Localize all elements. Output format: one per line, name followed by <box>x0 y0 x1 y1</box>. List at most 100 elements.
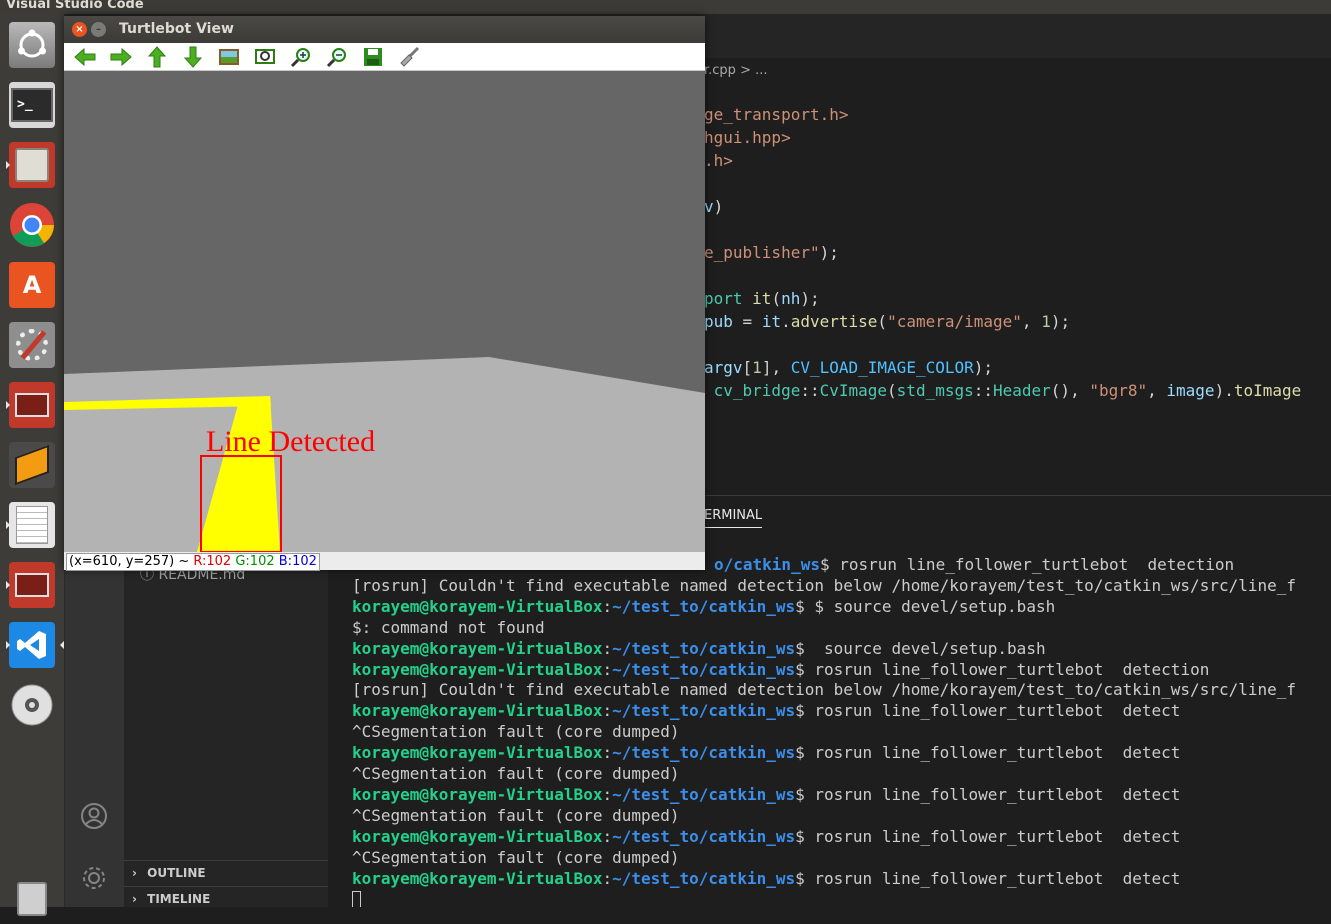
code-token: argv <box>704 358 743 377</box>
terminal-line: [rosrun] Couldn't find executable named … <box>352 575 1297 595</box>
up-arrow-icon[interactable] <box>144 45 170 69</box>
camera-image-canvas[interactable]: Line Detected <box>64 71 705 553</box>
dvd-icon <box>11 684 53 726</box>
terminal-line: ^CSegmentation fault (core dumped) <box>352 847 680 867</box>
code-line: cv_bridge::CvImage(std_msgs::Header(), "… <box>704 381 1302 400</box>
pixel-readout: (x=610, y=257) ~ R:102 G:102 B:102 <box>66 553 320 571</box>
workspace-launcher-button[interactable] <box>6 380 58 430</box>
down-arrow-icon[interactable] <box>180 45 206 69</box>
breadcrumb-text[interactable]: r.cpp > ... <box>704 58 768 84</box>
turtlebot-view-window[interactable]: × – Turtlebot View Line Detected (x=610,… <box>64 16 705 571</box>
zoom-out-icon[interactable] <box>324 45 350 69</box>
code-token: ); <box>1050 312 1071 331</box>
timeline-section[interactable]: › TIMELINE <box>124 886 328 909</box>
close-icon[interactable]: × <box>72 22 87 37</box>
code-token: "camera/image" <box>887 312 1022 331</box>
camera-image: Line Detected <box>64 71 705 553</box>
minimize-icon[interactable]: – <box>91 22 106 37</box>
activity-bar <box>64 560 124 907</box>
code-token: :: <box>973 381 993 400</box>
terminal-line: korayem@korayem-VirtualBox:~/test_to/cat… <box>352 743 1181 763</box>
code-line: pub = it.advertise("camera/image", 1); <box>704 312 1070 331</box>
code-token: "bgr8" <box>1089 381 1148 400</box>
code-token: ], <box>761 358 791 377</box>
code-token: ( <box>877 312 888 331</box>
chrome-icon <box>10 203 54 247</box>
code-token: ); <box>819 243 839 262</box>
code-token: (), <box>1050 381 1090 400</box>
text-editor-launcher-button[interactable] <box>6 500 58 550</box>
vscode-launcher-button[interactable] <box>6 620 64 670</box>
settings-gear-icon[interactable] <box>80 864 108 892</box>
chevron-right-icon: › <box>132 866 137 880</box>
trash-icon <box>17 882 47 916</box>
terminal-line: ^CSegmentation fault (core dumped) <box>352 722 680 742</box>
code-token: v <box>704 197 714 216</box>
window-titlebar[interactable]: × – Turtlebot View <box>64 16 705 43</box>
chrome-launcher-button[interactable] <box>6 200 58 250</box>
code-token: image <box>1166 381 1215 400</box>
wrench-gear-icon <box>16 329 48 361</box>
code-line: ge_transport.h> <box>704 105 849 124</box>
explorer-sidebar: ⓘ README.md › OUTLINE › TIMELINE <box>124 560 328 907</box>
terminal-line: korayem@korayem-VirtualBox:~/test_to/cat… <box>352 784 1181 804</box>
code-token: it <box>761 312 782 331</box>
code-token: = <box>732 312 762 331</box>
code-token: nh <box>781 289 801 308</box>
code-token: cv_bridge <box>704 381 801 400</box>
code-token: 1 <box>752 358 762 377</box>
shopping-bag-icon: A <box>22 271 42 299</box>
outline-section[interactable]: › OUTLINE <box>124 860 328 883</box>
terminal-line: ^CSegmentation fault (core dumped) <box>352 805 680 825</box>
code-token: Header <box>993 381 1051 400</box>
code-token: ( <box>771 289 782 308</box>
back-arrow-icon[interactable] <box>72 45 98 69</box>
code-line: argv[1], CV_LOAD_IMAGE_COLOR); <box>704 358 993 377</box>
code-token: ) <box>713 197 724 216</box>
code-line: hgui.hpp> <box>704 128 791 147</box>
code-token: port <box>704 289 753 308</box>
terminal-line: $: command not found <box>352 617 545 637</box>
tab-terminal[interactable]: ERMINAL <box>704 508 763 528</box>
code-token: :: <box>800 381 820 400</box>
files-launcher-button[interactable] <box>6 140 58 190</box>
zoom-fit-icon[interactable] <box>252 45 278 69</box>
accounts-icon[interactable] <box>80 802 107 829</box>
code-token: hgui.hpp> <box>704 128 791 147</box>
dvd-launcher-button[interactable] <box>6 680 58 730</box>
clear-broom-icon[interactable] <box>396 45 422 69</box>
software-center-launcher-button[interactable]: A <box>6 260 58 310</box>
forward-arrow-icon[interactable] <box>108 45 134 69</box>
code-token: [ <box>742 358 753 377</box>
ubuntu-logo-icon <box>18 29 46 58</box>
workspace-launcher-button-2[interactable] <box>6 560 58 610</box>
terminal-launcher-button[interactable]: >_ <box>6 80 58 130</box>
code-token: , <box>1147 381 1167 400</box>
box-icon <box>15 444 49 486</box>
ubuntu-dash-button[interactable] <box>6 20 58 70</box>
app-title: Visual Studio Code <box>6 0 144 12</box>
chevron-right-icon: › <box>132 892 137 906</box>
code-token: CvImage <box>819 381 888 400</box>
code-token: , <box>1021 312 1042 331</box>
terminal-line: o/catkin_ws$ rosrun line_follower_turtle… <box>714 555 1235 574</box>
launcher: >_ A <box>0 14 65 916</box>
zoom-in-icon[interactable] <box>288 45 314 69</box>
terminal-line: [rosrun] Couldn't find executable named … <box>352 680 1297 700</box>
code-token: it <box>752 289 772 308</box>
trash-launcher-button[interactable] <box>6 874 58 924</box>
terminal-output[interactable]: o/catkin_ws$ rosrun line_follower_turtle… <box>352 554 1331 907</box>
code-token: ); <box>800 289 820 308</box>
terminal-line: korayem@korayem-VirtualBox:~/test_to/cat… <box>352 638 1046 658</box>
image-icon[interactable] <box>216 45 242 69</box>
code-token: CV_LOAD_IMAGE_COLOR <box>790 358 974 377</box>
code-line: v) <box>704 197 723 216</box>
code-token: std_msgs <box>896 381 974 400</box>
box-launcher-button[interactable] <box>6 440 58 490</box>
image-toolbar <box>64 43 705 71</box>
terminal-line: korayem@korayem-VirtualBox:~/test_to/cat… <box>352 659 1210 679</box>
save-icon[interactable] <box>360 45 386 69</box>
code-editor[interactable]: ge_transport.h> hgui.hpp> .h> v) e_publisher… <box>704 105 1331 495</box>
settings-launcher-button[interactable] <box>6 320 58 370</box>
terminal-line: korayem@korayem-VirtualBox:~/test_to/cat… <box>352 868 1181 888</box>
